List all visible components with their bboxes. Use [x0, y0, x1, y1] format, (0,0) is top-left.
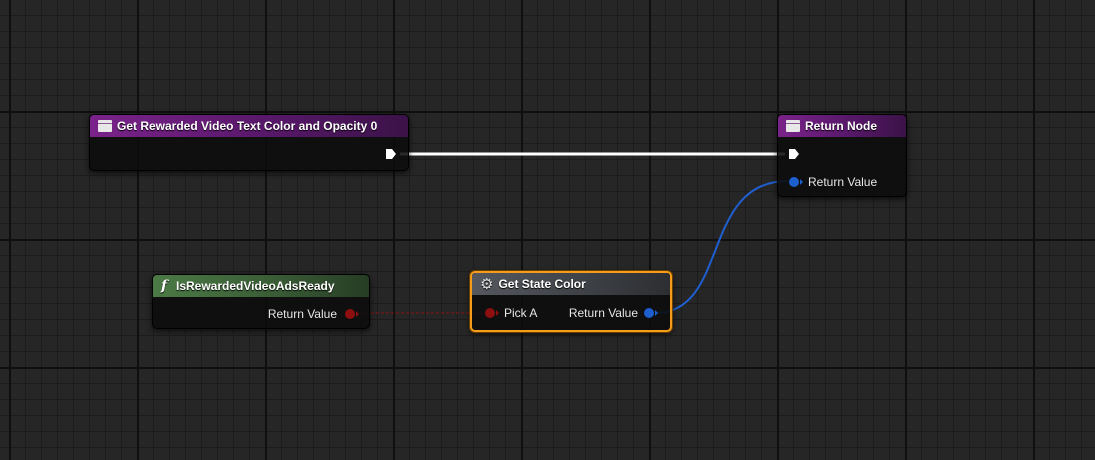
function-entry-header[interactable]: Get Rewarded Video Text Color and Opacit… [90, 115, 408, 137]
is-rewarded-video-ads-ready-node[interactable]: f IsRewardedVideoAdsReady Return Value [152, 274, 370, 329]
return-value-label: Return Value [568, 306, 638, 320]
return-node-title: Return Node [805, 119, 877, 133]
function-entry-node[interactable]: Get Rewarded Video Text Color and Opacit… [89, 114, 409, 171]
gear-icon: ⚙ [480, 274, 494, 293]
function-entry-icon [98, 120, 112, 132]
struct-wire[interactable] [654, 180, 789, 314]
pick-a-in-pin[interactable] [483, 307, 499, 319]
return-node-header[interactable]: Return Node [778, 115, 906, 137]
return-value-in-pin[interactable] [787, 176, 803, 188]
get-state-color-title: Get State Color [498, 277, 586, 291]
bool-return-value-out-pin[interactable] [343, 308, 359, 320]
return-node[interactable]: Return Node Return Value [777, 114, 907, 197]
is-rewarded-video-ads-ready-header[interactable]: f IsRewardedVideoAdsReady [153, 275, 369, 297]
function-return-icon [786, 120, 800, 132]
color-return-value-out-pin[interactable] [642, 307, 658, 319]
function-icon: f [161, 278, 168, 294]
is-rewarded-video-ads-ready-title: IsRewardedVideoAdsReady [176, 279, 335, 293]
exec-out-pin[interactable] [385, 148, 397, 160]
get-state-color-node[interactable]: ⚙ Get State Color Pick A Return Value [470, 271, 672, 332]
return-value-label: Return Value [808, 175, 878, 189]
function-entry-title: Get Rewarded Video Text Color and Opacit… [117, 119, 378, 133]
graph-wires [356, 152, 789, 314]
get-state-color-header[interactable]: ⚙ Get State Color [472, 273, 670, 295]
exec-in-pin[interactable] [788, 148, 800, 160]
return-value-label: Return Value [267, 307, 337, 321]
pick-a-label: Pick A [504, 306, 538, 320]
